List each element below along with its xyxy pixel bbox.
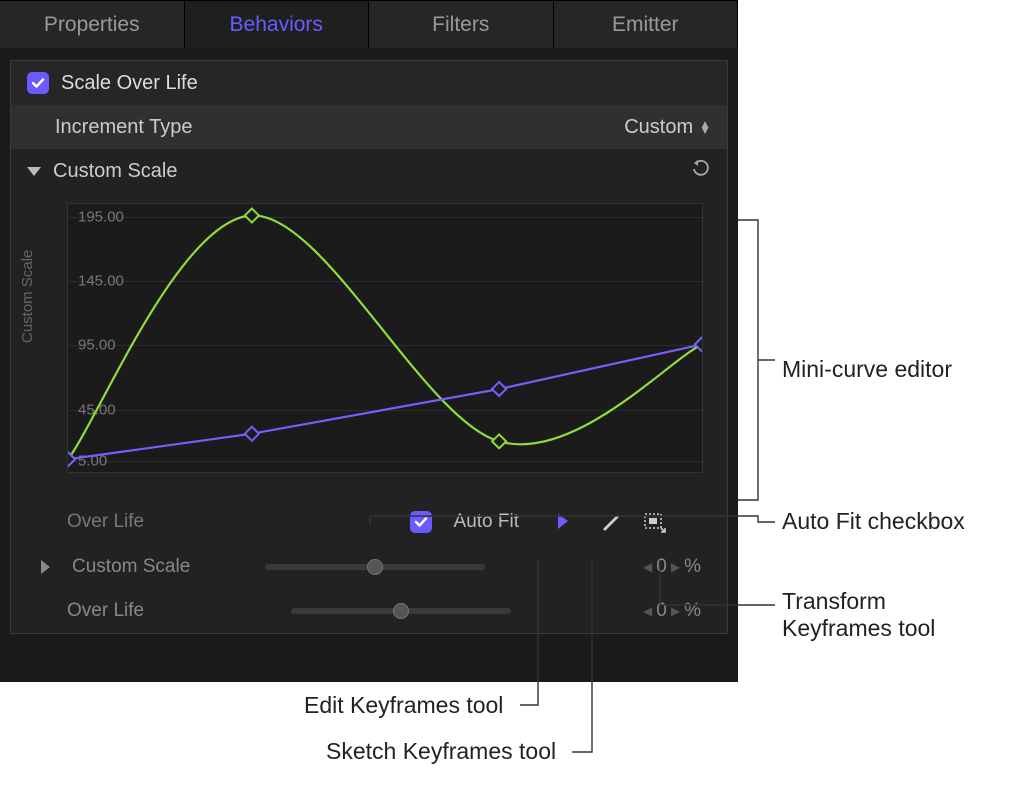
annotation-transform: Transform Keyframes tool [782, 588, 935, 642]
annotation-sketch: Sketch Keyframes tool [326, 738, 556, 765]
annotation-mini-curve: Mini-curve editor [782, 356, 952, 383]
annotation-auto-fit: Auto Fit checkbox [782, 508, 965, 535]
annotation-edit: Edit Keyframes tool [304, 692, 503, 719]
